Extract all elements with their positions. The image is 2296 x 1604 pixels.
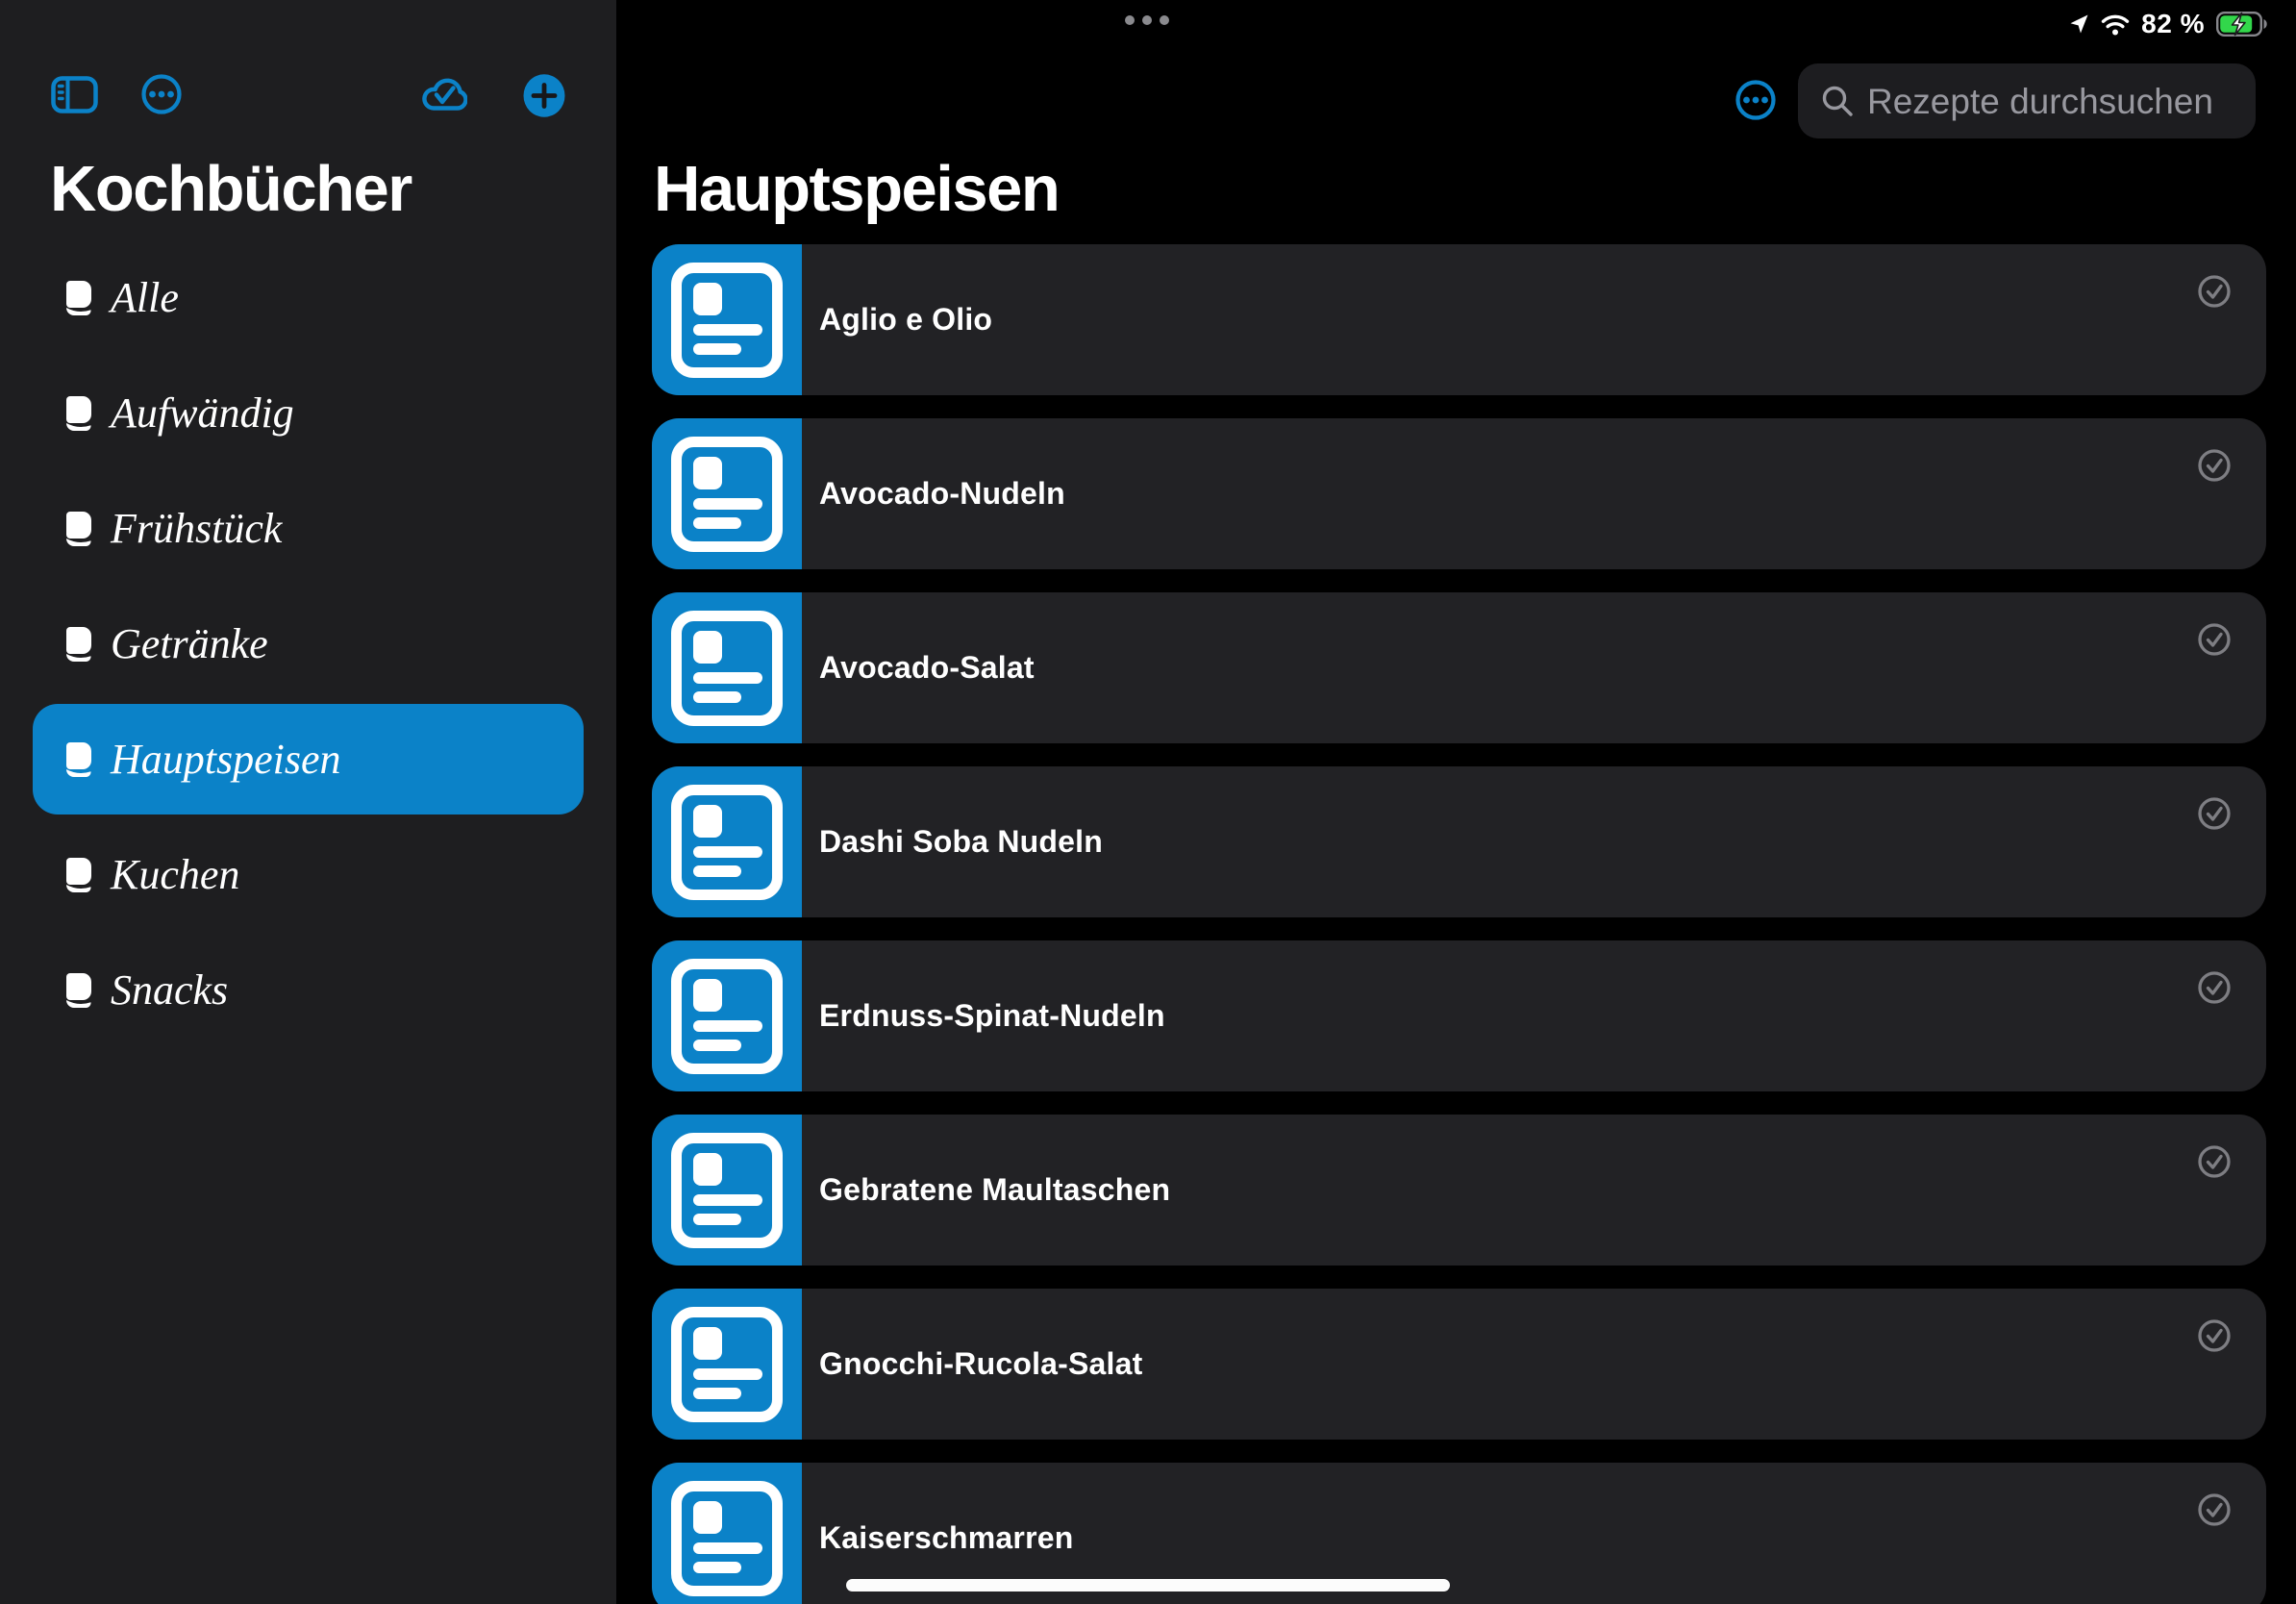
select-check-button[interactable] [2198,1145,2231,1178]
recipe-name: Gnocchi-Rucola-Salat [819,1289,1143,1440]
sidebar-item-getraenke[interactable]: Getränke [33,589,584,699]
location-arrow-icon [2069,13,2089,35]
check-circle-icon [2198,1493,2231,1526]
book-icon [64,627,93,662]
recipe-thumbnail [652,766,802,917]
search-input[interactable] [1865,63,2250,140]
recipe-thumbnail [652,940,802,1091]
ellipsis-circle-icon [141,74,182,114]
status-bar: 82 % [2069,10,2267,38]
dot [1125,15,1135,25]
select-check-button[interactable] [2198,275,2231,308]
dot [1142,15,1152,25]
recipe-card-icon [671,1481,783,1596]
sidebar-toggle-icon [51,76,98,113]
cookbook-list: Alle Aufwändig Frühstück [33,242,584,1050]
recipe-card-icon [671,959,783,1074]
sidebar-item-alle[interactable]: Alle [33,242,584,353]
select-check-button[interactable] [2198,1319,2231,1352]
home-indicator-bar[interactable] [846,1579,1450,1591]
book-icon [64,742,93,777]
select-check-button[interactable] [2198,797,2231,830]
wifi-icon [2101,13,2130,36]
book-icon [64,281,93,315]
select-check-button[interactable] [2198,449,2231,482]
recipe-thumbnail [652,244,802,395]
recipe-row-gnocchi-rucola-salat[interactable]: Gnocchi-Rucola-Salat [652,1289,2266,1440]
recipe-name: Dashi Soba Nudeln [819,766,1103,917]
sidebar-item-label: Kuchen [111,819,239,930]
sidebar-title: Kochbücher [50,157,412,221]
recipe-thumbnail [652,1115,802,1266]
recipe-card-icon [671,1133,783,1248]
recipe-name: Avocado-Nudeln [819,418,1065,569]
sidebar-item-kuchen[interactable]: Kuchen [33,819,584,930]
add-cookbook-button[interactable] [523,74,565,120]
recipe-card-icon [671,611,783,726]
recipe-name: Avocado-Salat [819,592,1035,743]
check-circle-icon [2198,623,2231,656]
ellipsis-circle-icon [1735,80,1776,120]
sidebar-item-fruehstueck[interactable]: Frühstück [33,473,584,584]
search-field [1798,63,2256,138]
sidebar-item-label: Aufwändig [111,358,294,468]
select-check-button[interactable] [2198,971,2231,1004]
sidebar-item-snacks[interactable]: Snacks [33,935,584,1045]
recipe-row-gebratene-maultaschen[interactable]: Gebratene Maultaschen [652,1115,2266,1266]
sidebar: Kochbücher Alle Aufwändig [0,0,616,1604]
book-icon [64,512,93,546]
multitask-dots-handle[interactable] [1125,15,1169,25]
sidebar-item-aufwaendig[interactable]: Aufwändig [33,358,584,468]
recipe-card-icon [671,437,783,552]
check-circle-icon [2198,275,2231,308]
sidebar-item-label: Snacks [111,935,228,1045]
recipe-card-icon [671,785,783,900]
recipe-row-avocado-salat[interactable]: Avocado-Salat [652,592,2266,743]
recipe-row-aglio-e-olio[interactable]: Aglio e Olio [652,244,2266,395]
recipe-thumbnail [652,418,802,569]
battery-percent: 82 % [2141,9,2205,39]
sync-cloud-button[interactable] [420,75,467,116]
recipe-list: Aglio e Olio Avocado-Nudeln [652,244,2266,1604]
dot [1160,15,1169,25]
check-circle-icon [2198,449,2231,482]
list-more-button[interactable] [1735,80,1776,123]
book-icon [64,858,93,892]
recipe-name: Gebratene Maultaschen [819,1115,1170,1266]
book-icon [64,973,93,1008]
page-title: Hauptspeisen [654,157,1059,221]
sidebar-item-label: Getränke [111,589,268,699]
check-circle-icon [2198,1319,2231,1352]
check-circle-icon [2198,971,2231,1004]
check-circle-icon [2198,797,2231,830]
recipe-card-icon [671,263,783,378]
plus-circle-icon [523,74,565,117]
battery-charging-icon [2216,12,2267,37]
recipe-thumbnail [652,1289,802,1440]
book-icon [64,396,93,431]
search-icon [1819,83,1856,119]
sidebar-toggle-button[interactable] [51,76,98,116]
select-check-button[interactable] [2198,1493,2231,1526]
recipe-thumbnail [652,1463,802,1604]
recipe-name: Erdnuss-Spinat-Nudeln [819,940,1165,1091]
recipe-row-dashi-soba-nudeln[interactable]: Dashi Soba Nudeln [652,766,2266,917]
recipe-thumbnail [652,592,802,743]
recipe-row-erdnuss-spinat-nudeln[interactable]: Erdnuss-Spinat-Nudeln [652,940,2266,1091]
check-circle-icon [2198,1145,2231,1178]
app-screen: Kochbücher Alle Aufwändig [0,0,2296,1604]
sidebar-item-label: Hauptspeisen [111,704,341,815]
recipe-name: Aglio e Olio [819,244,992,395]
cloud-check-icon [420,75,467,113]
sidebar-more-button[interactable] [141,74,182,117]
sidebar-item-label: Frühstück [111,473,282,584]
select-check-button[interactable] [2198,623,2231,656]
sidebar-item-hauptspeisen[interactable]: Hauptspeisen [33,704,584,815]
recipe-card-icon [671,1307,783,1422]
sidebar-item-label: Alle [111,242,179,353]
recipe-row-avocado-nudeln[interactable]: Avocado-Nudeln [652,418,2266,569]
